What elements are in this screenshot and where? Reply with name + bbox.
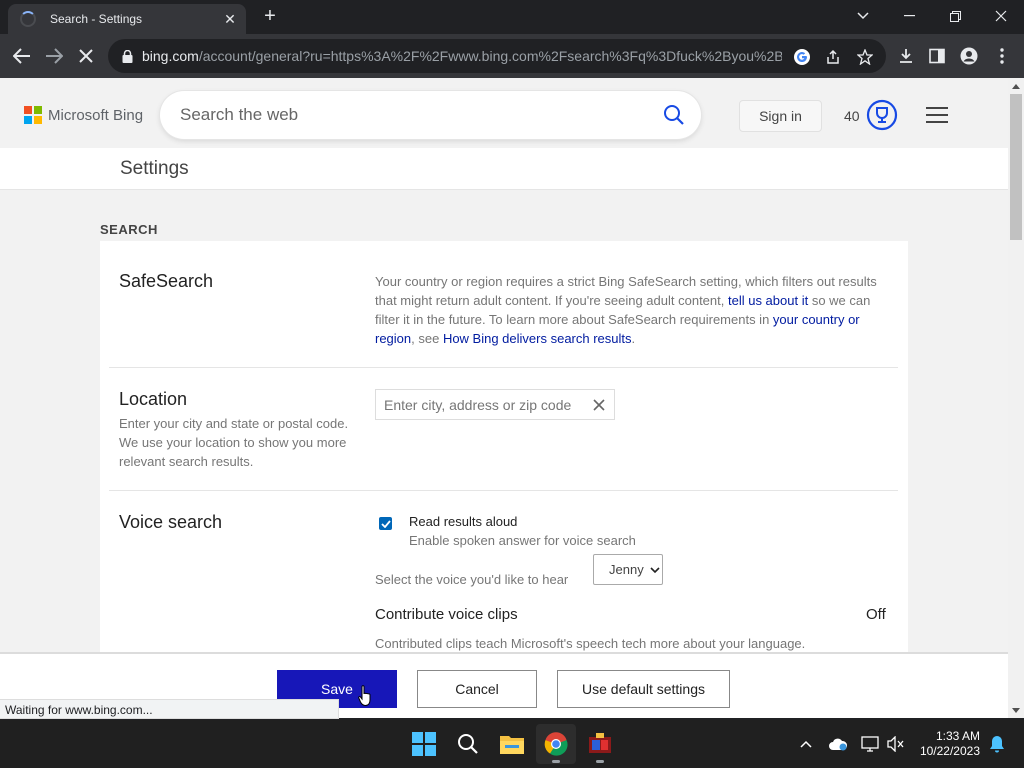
rewards-points[interactable]: 40 [844, 108, 860, 124]
tab-search-icon[interactable] [840, 0, 886, 32]
location-row: Location Enter your city and state or po… [109, 368, 898, 491]
safesearch-description: Your country or region requires a strict… [375, 274, 877, 346]
voice-select-value: Jenny [609, 562, 644, 577]
network-icon[interactable] [858, 732, 882, 756]
page-title: Settings [120, 158, 189, 179]
browser-toolbar: bing.com/account/general?ru=https%3A%2F%… [0, 34, 1024, 78]
show-hidden-icons-icon[interactable] [794, 732, 818, 756]
clock-time: 1:33 AM [935, 729, 980, 743]
tab-close-icon[interactable]: ✕ [218, 11, 242, 28]
download-icon[interactable] [890, 40, 922, 72]
rewards-trophy-icon[interactable] [866, 99, 898, 131]
sign-in-button[interactable]: Sign in [739, 100, 822, 132]
scroll-up-icon[interactable] [1012, 84, 1020, 89]
file-explorer-icon[interactable] [492, 724, 532, 764]
safesearch-row: SafeSearch Your country or region requir… [109, 241, 898, 368]
safesearch-label: SafeSearch [119, 271, 214, 291]
how-bing-delivers-link[interactable]: How Bing delivers search results [443, 331, 632, 346]
side-panel-icon[interactable] [921, 40, 953, 72]
browser-titlebar: Search - Settings ✕ + [0, 0, 1024, 34]
contribute-voice-label: Contribute voice clips [375, 606, 518, 623]
new-tab-icon[interactable]: + [256, 5, 284, 29]
browser-tab[interactable]: Search - Settings ✕ [8, 4, 246, 34]
tab-title: Search - Settings [50, 12, 143, 26]
voice-search-label: Voice search [119, 512, 223, 532]
search-input[interactable] [180, 101, 650, 129]
cancel-button[interactable]: Cancel [417, 670, 537, 708]
restore-icon[interactable] [932, 0, 978, 32]
clear-icon[interactable] [592, 398, 606, 412]
read-aloud-description: Enable spoken answer for voice search [409, 533, 636, 548]
voice-select-label: Select the voice you'd like to hear [375, 572, 569, 587]
taskbar-clock[interactable]: 1:33 AM 10/22/2023 [918, 729, 980, 759]
bookmark-star-icon[interactable] [854, 46, 876, 68]
url-path: /account/general?ru=https%3A%2F%2Fwww.bi… [198, 48, 782, 64]
onedrive-icon[interactable] [826, 732, 850, 756]
status-bar: Waiting for www.bing.com... [0, 699, 339, 719]
url-text: bing.com/account/general?ru=https%3A%2F%… [142, 48, 782, 64]
close-window-icon[interactable] [978, 0, 1024, 32]
windows-start-icon[interactable] [404, 724, 444, 764]
scrollbar-thumb[interactable] [1010, 94, 1022, 240]
contribute-voice-description: Contributed clips teach Microsoft's spee… [375, 636, 806, 651]
chevron-down-icon [650, 566, 660, 573]
address-bar[interactable]: bing.com/account/general?ru=https%3A%2F%… [108, 39, 886, 73]
section-heading: SEARCH [100, 222, 158, 237]
menu-kebab-icon[interactable] [986, 40, 1018, 72]
app-taskbar-icon[interactable] [580, 724, 620, 764]
scroll-down-icon[interactable] [1012, 708, 1020, 713]
microsoft-bing-logo[interactable]: Microsoft Bing [24, 106, 143, 124]
taskbar-search-icon[interactable] [448, 724, 488, 764]
search-icon[interactable] [663, 104, 685, 126]
settings-header: Settings [0, 148, 1008, 190]
voice-select[interactable]: Jenny [593, 554, 663, 585]
bing-header: Microsoft Bing Sign in 40 [0, 78, 1008, 148]
back-icon[interactable] [6, 40, 38, 72]
url-host: bing.com [142, 48, 199, 64]
minimize-icon[interactable] [886, 0, 932, 32]
use-default-settings-button[interactable]: Use default settings [557, 670, 730, 708]
tell-us-link[interactable]: tell us about it [728, 293, 808, 308]
lock-icon[interactable] [120, 49, 134, 63]
microsoft-logo-icon [24, 106, 42, 124]
chrome-taskbar-icon[interactable] [536, 724, 576, 764]
read-aloud-checkbox[interactable] [379, 517, 392, 530]
location-description: Enter your city and state or postal code… [119, 416, 349, 469]
hamburger-menu-icon[interactable] [926, 107, 948, 123]
google-lens-icon[interactable] [791, 46, 813, 68]
loading-spinner-icon [20, 11, 36, 27]
stop-loading-icon[interactable] [70, 40, 102, 72]
settings-panel: SafeSearch Your country or region requir… [100, 241, 908, 718]
logo-text: Microsoft Bing [48, 106, 144, 124]
forward-icon[interactable] [38, 40, 70, 72]
page-viewport: Microsoft Bing Sign in 40 Settings SEARC… [0, 78, 1008, 718]
search-box[interactable] [160, 91, 701, 139]
clock-date: 10/22/2023 [919, 744, 980, 758]
windows-taskbar: 1:33 AM 10/22/2023 [0, 720, 1024, 768]
hand-cursor-icon [358, 685, 371, 707]
share-icon[interactable] [822, 46, 844, 68]
page-scrollbar[interactable] [1008, 78, 1024, 718]
location-field[interactable] [375, 389, 615, 420]
location-input[interactable] [384, 396, 584, 414]
notification-bell-icon[interactable] [985, 732, 1009, 756]
read-aloud-label[interactable]: Read results aloud [409, 512, 517, 531]
profile-icon[interactable] [953, 40, 985, 72]
contribute-voice-toggle[interactable]: Off [866, 605, 886, 624]
volume-muted-icon[interactable] [884, 732, 908, 756]
location-label: Location [119, 389, 188, 409]
